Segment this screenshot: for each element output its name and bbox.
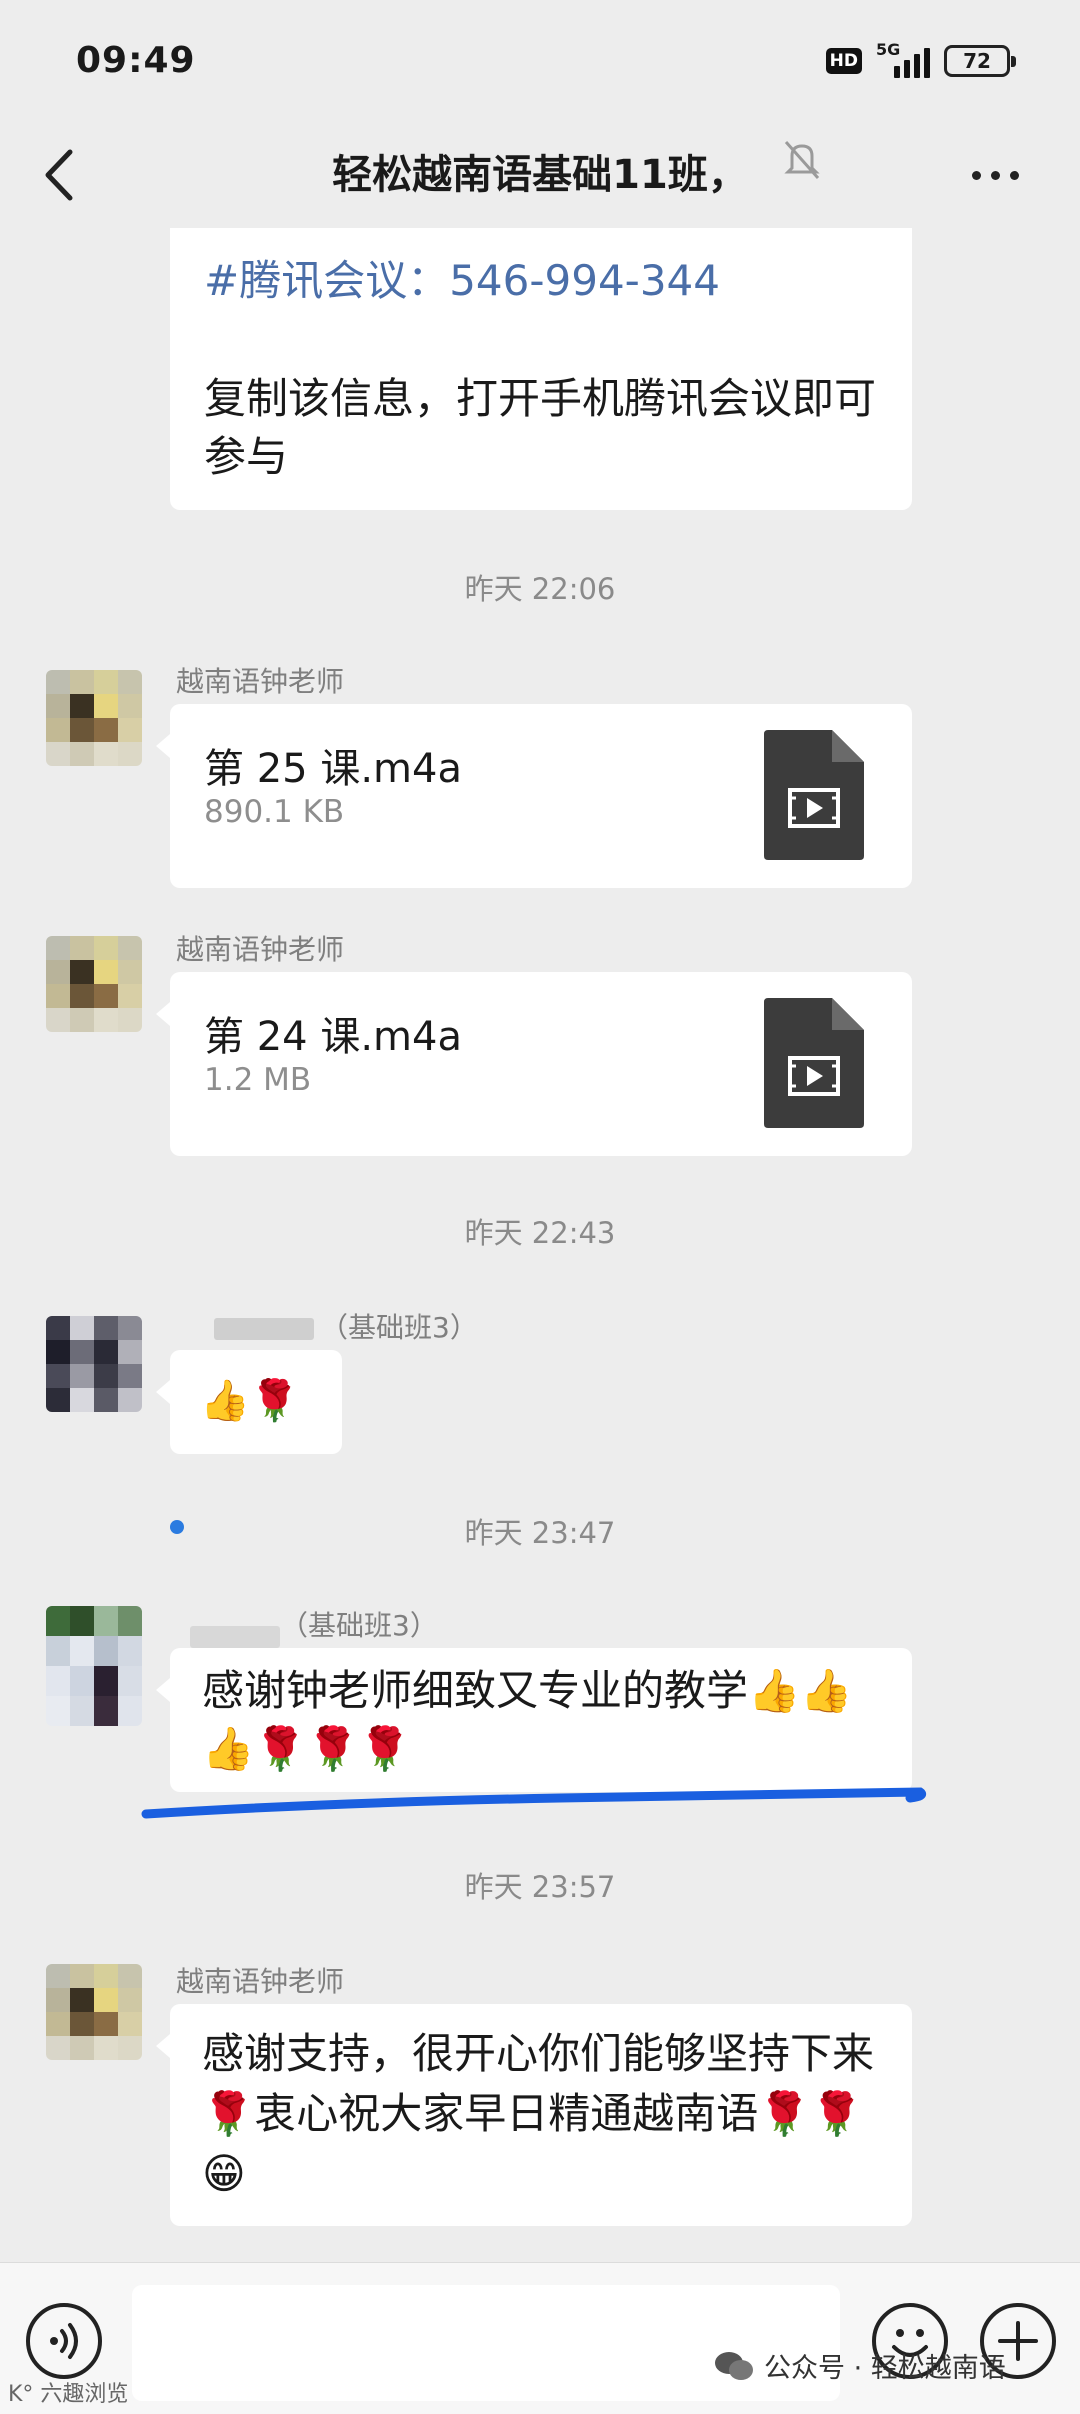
sender-name: 越南语钟老师	[176, 665, 345, 698]
timestamp: 昨天 23:57	[464, 1870, 616, 1904]
watermark-left: K° 六趣浏览	[8, 2382, 129, 2407]
file-message-bubble[interactable]: 第 25 课.m4a 890.1 KB	[156, 704, 912, 888]
timestamp: 昨天 23:47	[464, 1516, 616, 1550]
chat-title-suffix: ，	[707, 152, 748, 198]
meeting-message-bubble[interactable]: #腾讯会议：546-994-344 复制该信息，打开手机腾讯会议即可参与	[170, 228, 912, 510]
mute-icon	[784, 141, 820, 179]
voice-icon	[50, 2323, 78, 2359]
meeting-instruction-text: 复制该信息，打开手机腾讯会议即可参与	[204, 374, 877, 481]
message-text: 感谢支持，很开心你们能够坚持下来🌹衷心祝大家早日精通越南语🌹🌹😁	[202, 2029, 875, 2198]
more-icon	[971, 170, 1019, 180]
sender-name: 越南语钟老师	[176, 933, 345, 966]
more-button[interactable]	[960, 142, 1030, 208]
status-time: 09:49	[76, 40, 196, 81]
signal-icon: 5G	[876, 40, 930, 78]
status-indicators: HD 5G 72	[825, 40, 1016, 78]
highlight-underline	[141, 1787, 927, 1819]
meeting-id-text[interactable]: #腾讯会议：546-994-344	[204, 252, 720, 310]
sender-name: 越南语钟老师	[176, 1965, 345, 1998]
chat-header: 轻松越南语基础11班，	[0, 120, 1080, 230]
file-message-bubble[interactable]: 第 24 课.m4a 1.2 MB	[156, 972, 912, 1156]
timestamp: 昨天 22:06	[464, 572, 616, 606]
watermark-text: 公众号 · 轻松越南语	[764, 2353, 1006, 2384]
chat-message-bubble[interactable]: 感谢支持，很开心你们能够坚持下来🌹衷心祝大家早日精通越南语🌹🌹😁	[156, 2004, 912, 2226]
status-bar: 09:49 HD 5G 72	[0, 0, 1080, 120]
message-text: 感谢钟老师细致又专业的教学👍👍👍🌹🌹🌹	[202, 1666, 853, 1773]
avatar[interactable]	[46, 1964, 142, 2060]
file-name: 第 25 课.m4a	[204, 746, 462, 792]
video-file-icon	[764, 730, 864, 860]
battery-level: 72	[963, 49, 991, 73]
sender-name: （基础班3）	[320, 1311, 478, 1344]
sender-name: （基础班3）	[280, 1609, 438, 1642]
voice-button[interactable]	[26, 2303, 102, 2379]
chat-title: 轻松越南语基础11班，	[0, 140, 1080, 210]
hd-badge: HD	[825, 48, 862, 74]
battery-icon: 72	[944, 45, 1016, 77]
file-name: 第 24 课.m4a	[204, 1014, 462, 1060]
file-size: 1.2 MB	[204, 1062, 312, 1098]
avatar[interactable]	[46, 1316, 142, 1412]
blurred-name	[214, 1318, 314, 1340]
avatar[interactable]	[46, 936, 142, 1032]
chat-message-bubble[interactable]: 👍🌹	[156, 1350, 342, 1454]
file-size: 890.1 KB	[204, 794, 345, 830]
avatar[interactable]	[46, 1606, 142, 1726]
chat-title-text: 轻松越南语基础11班	[332, 152, 708, 198]
message-text: 👍🌹	[200, 1378, 300, 1424]
video-file-icon	[764, 998, 864, 1128]
blurred-name	[190, 1626, 280, 1648]
input-bar	[0, 2262, 1080, 2414]
chat-message-bubble[interactable]: 感谢钟老师细致又专业的教学👍👍👍🌹🌹🌹	[156, 1648, 912, 1792]
avatar[interactable]	[46, 670, 142, 766]
wechat-icon	[715, 2351, 753, 2380]
timestamp: 昨天 22:43	[464, 1216, 616, 1250]
watermark: 公众号 · 轻松越南语	[714, 2346, 1006, 2385]
